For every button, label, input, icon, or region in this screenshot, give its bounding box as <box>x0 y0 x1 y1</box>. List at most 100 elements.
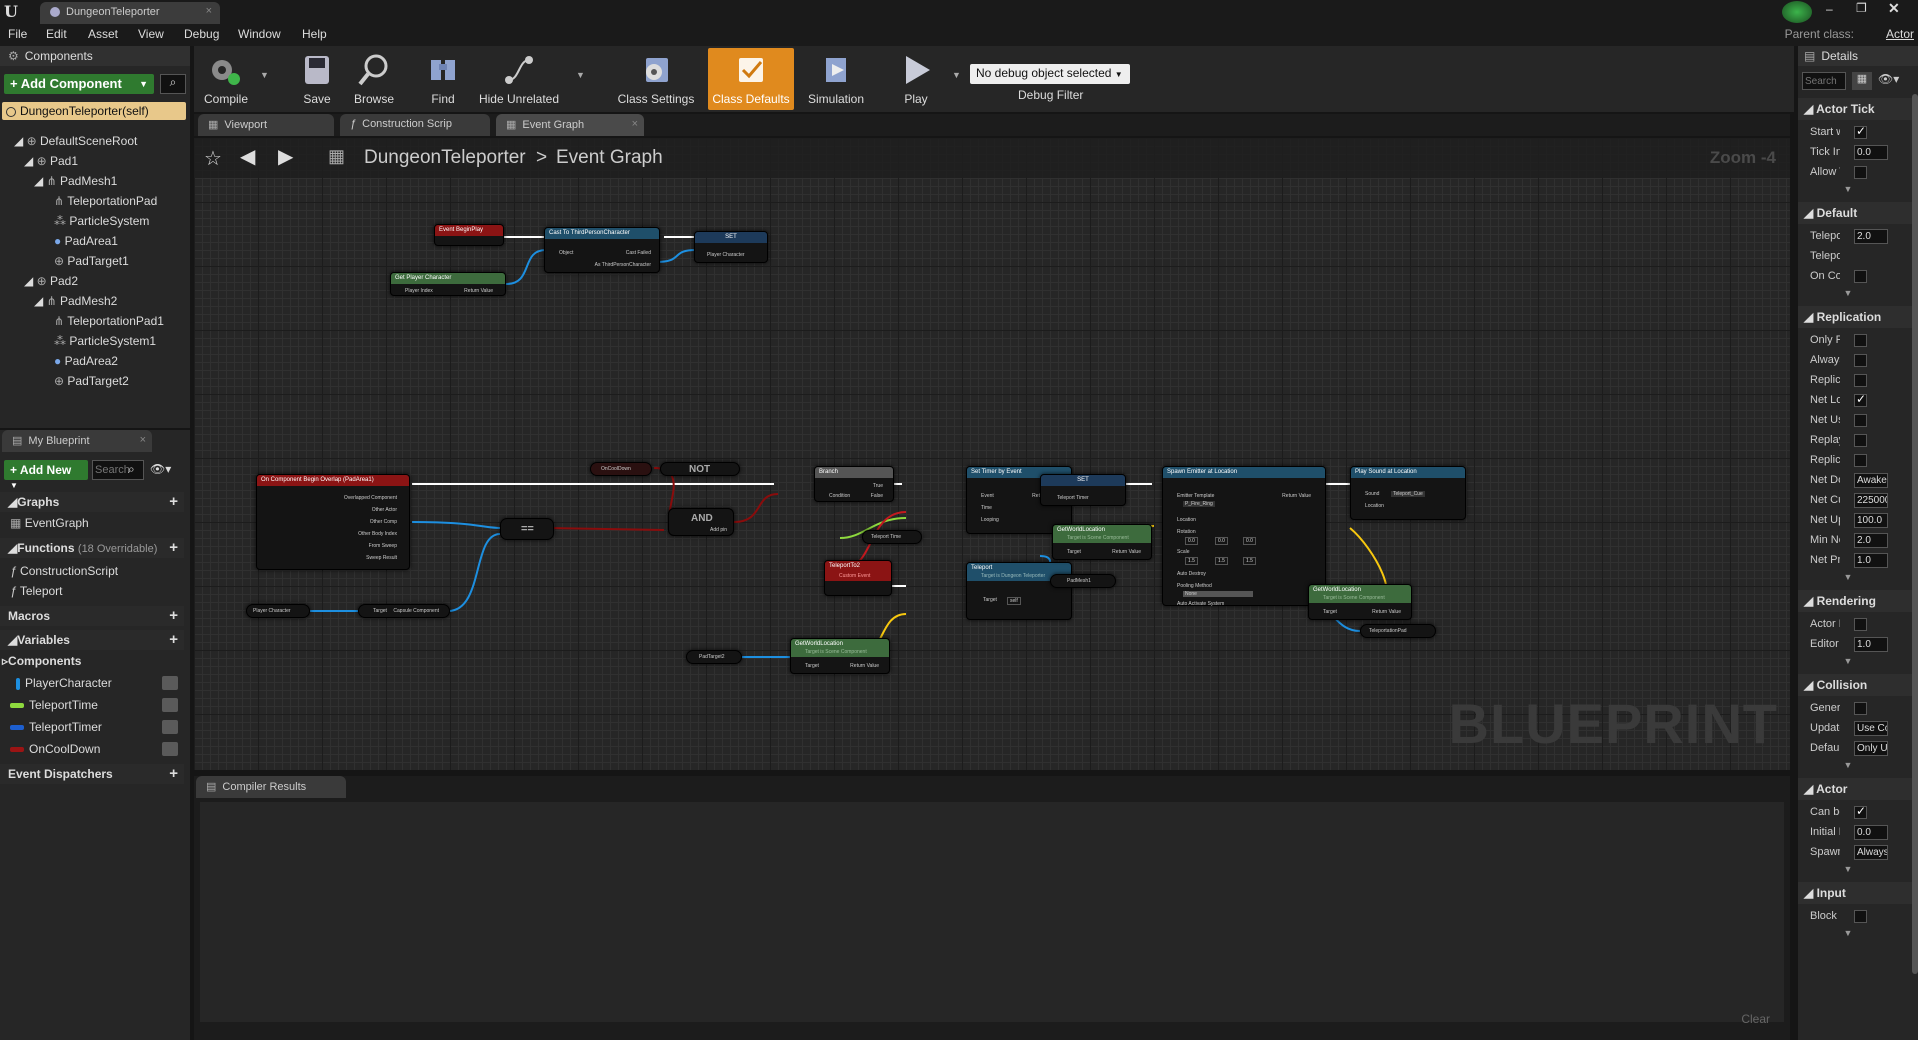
node-capsule-component[interactable]: Target Capsule Component <box>358 604 450 618</box>
graph-canvas[interactable]: ☆ ◀ ▶ ▦ DungeonTeleporter > Event Graph … <box>194 138 1790 770</box>
details-scrollbar[interactable] <box>1912 94 1918 974</box>
property-field[interactable]: 1.0 <box>1854 553 1888 568</box>
pin-value[interactable]: P_Fire_Ring <box>1183 501 1215 507</box>
construction-script-item[interactable]: ƒ ConstructionScript <box>10 564 118 578</box>
add-dispatcher-button[interactable]: + <box>169 765 178 782</box>
expand-section-icon[interactable]: ▼ <box>1838 656 1858 666</box>
compile-options-dropdown[interactable]: ▼ <box>260 70 269 80</box>
save-button[interactable]: Save <box>292 48 342 110</box>
menu-debug[interactable]: Debug <box>184 27 219 41</box>
property-checkbox[interactable] <box>1854 414 1867 427</box>
details-search-input[interactable] <box>1802 72 1846 90</box>
eye-icon[interactable] <box>162 720 178 734</box>
macros-section[interactable]: Macros + <box>0 606 184 626</box>
property-field[interactable]: 0.0 <box>1854 825 1888 840</box>
add-macro-button[interactable]: + <box>169 607 178 624</box>
menu-help[interactable]: Help <box>302 27 327 41</box>
node-set-player-character[interactable]: SET Player Character <box>694 231 768 263</box>
find-button[interactable]: Find <box>418 48 468 110</box>
expand-section-icon[interactable]: ▼ <box>1838 572 1858 582</box>
node-spawn-emitter[interactable]: Spawn Emitter at Location Emitter Templa… <box>1162 466 1326 607</box>
variables-section[interactable]: ◢Variables + <box>0 630 184 650</box>
property-field[interactable]: 100.0 <box>1854 513 1888 528</box>
tree-item[interactable]: ◢ ⋔ PadMesh2 <box>34 294 117 308</box>
hide-unrelated-dropdown[interactable]: ▼ <box>576 70 585 80</box>
compiler-results-tab[interactable]: ▤ Compiler Results <box>196 776 346 798</box>
doc-tab[interactable]: DungeonTeleporter × <box>40 2 220 24</box>
pin-value[interactable]: 0.0 <box>1215 537 1228 545</box>
expand-section-icon[interactable]: ▼ <box>1838 184 1858 194</box>
browse-button[interactable]: Browse <box>346 48 402 110</box>
property-checkbox[interactable] <box>1854 454 1867 467</box>
simulation-button[interactable]: Simulation <box>800 48 872 110</box>
close-tab-icon[interactable]: × <box>140 434 146 446</box>
expand-section-icon[interactable]: ▼ <box>1838 288 1858 298</box>
tree-item[interactable]: ● PadArea2 <box>54 354 118 368</box>
property-field[interactable]: Always Spawn, Ignore Collisions <box>1854 845 1888 860</box>
details-section-actor-tick[interactable]: ◢ Actor Tick <box>1798 98 1914 120</box>
tree-item[interactable]: ⋔ TeleportationPad1 <box>54 314 164 328</box>
add-graph-button[interactable]: + <box>169 493 178 510</box>
property-checkbox[interactable] <box>1854 166 1867 179</box>
property-checkbox[interactable] <box>1854 354 1867 367</box>
tab-construction-script[interactable]: ƒ Construction Scrip <box>340 114 490 136</box>
add-component-button[interactable]: + Add Component ▼ <box>4 74 154 94</box>
add-new-button[interactable]: + Add New ▼ <box>4 460 88 490</box>
property-field[interactable]: 225000000.0 <box>1854 493 1888 508</box>
close-window-button[interactable]: ✕ <box>1888 0 1900 17</box>
tree-item[interactable]: ⊕ PadTarget2 <box>54 374 129 388</box>
expand-section-icon[interactable]: ▼ <box>1838 864 1858 874</box>
close-tab-icon[interactable]: × <box>632 118 638 130</box>
grid-view-icon[interactable]: ▦ <box>1852 72 1872 90</box>
property-field[interactable]: 2.0 <box>1854 533 1888 548</box>
property-checkbox[interactable] <box>1854 124 1867 139</box>
pin-value[interactable]: 1.5 <box>1215 557 1228 565</box>
tree-item[interactable]: ◢ ⋔ PadMesh1 <box>34 174 117 188</box>
node-pad-mesh1[interactable]: PadMesh1 <box>1050 574 1116 588</box>
node-equals[interactable]: == <box>500 518 554 540</box>
functions-section[interactable]: ◢Functions (18 Overridable) + <box>0 538 184 558</box>
variable-player-character[interactable]: PlayerCharacter <box>10 676 186 690</box>
parent-class-link[interactable]: Actor <box>1886 27 1914 41</box>
add-function-button[interactable]: + <box>169 539 178 556</box>
eye-icon[interactable]: 👁▾ <box>1878 72 1899 86</box>
node-play-sound[interactable]: Play Sound at Location Sound Teleport_Cu… <box>1350 466 1466 520</box>
class-defaults-button[interactable]: Class Defaults <box>708 48 794 110</box>
tree-item[interactable]: ● PadArea1 <box>54 234 118 248</box>
node-cast[interactable]: Cast To ThirdPersonCharacter Object Cast… <box>544 227 660 273</box>
pin-value[interactable]: 0.0 <box>1243 537 1256 545</box>
components-category[interactable]: ▹Components <box>2 654 81 668</box>
pin-value[interactable]: None <box>1183 591 1253 597</box>
node-branch[interactable]: Branch Condition True False <box>814 466 894 502</box>
node-teleport-to2[interactable]: TeleportTo2 Custom Event <box>824 560 892 596</box>
clear-button[interactable]: Clear <box>1741 1012 1770 1026</box>
tab-viewport[interactable]: ▦ Viewport <box>198 114 334 136</box>
tree-item[interactable]: ◢ ⊕ DefaultSceneRoot <box>14 134 137 148</box>
details-section-replication[interactable]: ◢ Replication <box>1798 306 1914 328</box>
menu-edit[interactable]: Edit <box>46 27 67 41</box>
node-pad-target2[interactable]: PadTarget2 <box>686 650 742 664</box>
property-checkbox[interactable] <box>1854 702 1867 715</box>
property-field[interactable]: Use Config Value <box>1854 721 1888 736</box>
node-set-teleport-timer[interactable]: SET Teleport Timer <box>1040 474 1126 506</box>
menu-file[interactable]: File <box>8 27 27 41</box>
add-variable-button[interactable]: + <box>169 631 178 648</box>
event-dispatchers-section[interactable]: Event Dispatchers + <box>0 764 184 784</box>
details-section-input[interactable]: ◢ Input <box>1798 882 1914 904</box>
node-get-world-location-2[interactable]: GetWorldLocation Target is Scene Compone… <box>1052 524 1152 560</box>
property-checkbox[interactable] <box>1854 434 1867 447</box>
details-section-default[interactable]: ◢ Default <box>1798 202 1914 224</box>
class-settings-button[interactable]: Class Settings <box>612 48 700 110</box>
pin-value[interactable]: Teleport_Cue <box>1391 491 1425 497</box>
debug-object-select[interactable]: No debug object selected ▼ <box>970 64 1130 84</box>
node-get-world-location-1[interactable]: GetWorldLocation Target is Scene Compone… <box>790 638 890 674</box>
my-blueprint-tab[interactable]: ▤ My Blueprint × <box>2 430 152 452</box>
tree-item[interactable]: ◢ ⊕ Pad1 <box>24 154 78 168</box>
property-checkbox[interactable] <box>1854 618 1867 631</box>
compile-button[interactable]: Compile <box>196 48 256 110</box>
property-checkbox[interactable] <box>1854 804 1867 819</box>
tree-item[interactable]: ⁂ ParticleSystem1 <box>54 334 156 348</box>
blueprint-search-input[interactable] <box>92 460 144 480</box>
play-options-dropdown[interactable]: ▼ <box>952 70 961 80</box>
menu-view[interactable]: View <box>138 27 164 41</box>
